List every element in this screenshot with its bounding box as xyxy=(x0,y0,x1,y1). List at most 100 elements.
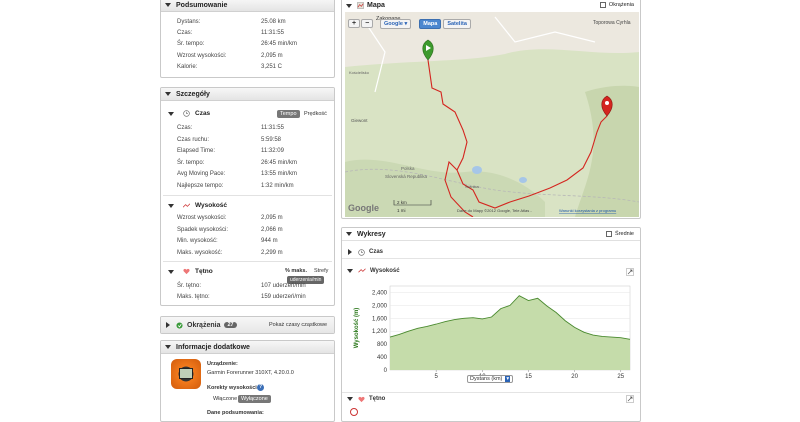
collapse-triangle-icon[interactable] xyxy=(168,204,174,208)
speed-toggle[interactable]: Prędkość xyxy=(301,110,330,118)
stat-value: 11:32:09 xyxy=(261,148,284,154)
map-label-polska: Polska xyxy=(401,166,415,171)
stat-label: Maks. tętno: xyxy=(177,294,210,300)
laps-header[interactable]: Okrążenia 27 Pokaż czasy cząstkowe xyxy=(161,317,334,333)
map-type-satellite-button[interactable]: Satelita xyxy=(443,19,471,29)
svg-text:2 km: 2 km xyxy=(397,200,407,205)
collapse-triangle-icon[interactable] xyxy=(346,232,352,236)
zoom-in-button[interactable]: + xyxy=(348,19,360,28)
map-icon xyxy=(357,2,364,9)
map-canvas[interactable]: Zakopane Toporowa Cyrhla Giewont Polska … xyxy=(345,12,639,217)
stat-value: 2,095 m xyxy=(261,215,283,221)
time-chart-row[interactable]: Czas xyxy=(342,246,640,259)
details-header[interactable]: Szczegóły xyxy=(161,88,334,101)
y-tick-label: 2,000 xyxy=(372,303,388,309)
map-terms-link[interactable]: Warunki korzystania z programu xyxy=(559,208,616,213)
collapse-triangle-icon[interactable] xyxy=(165,92,171,96)
stat-value: 2,066 m xyxy=(261,227,283,233)
summary-header[interactable]: Podsumowanie xyxy=(161,0,334,12)
elevation-chart: 2,4002,0001,6001,2008004000510152025Wyso… xyxy=(346,280,638,388)
heart-rate-subheader[interactable]: Tętno xyxy=(168,268,213,275)
map-provider-select[interactable]: Google ▾ xyxy=(380,19,411,29)
charts-panel: Wykresy Średnie Czas Wysokość 2,4002,000… xyxy=(341,227,641,422)
tempo-toggle[interactable]: Tempo xyxy=(277,110,300,118)
device-value: Garmin Forerunner 310XT, 4.20.0.0 xyxy=(207,370,294,376)
map-type-map-button[interactable]: Mapa xyxy=(419,19,441,29)
max-percent-tab[interactable]: % maks. xyxy=(285,268,307,274)
stat-value: 2,095 m xyxy=(261,53,283,59)
expand-triangle-icon[interactable] xyxy=(166,322,170,328)
google-logo: Google xyxy=(348,203,379,213)
expand-triangle-icon[interactable] xyxy=(348,249,352,255)
stat-label: Wzrost wysokości: xyxy=(177,215,226,221)
stat-label: Śr. tempo: xyxy=(177,160,204,166)
stat-label: Elapsed Time: xyxy=(177,148,215,154)
heart-icon xyxy=(183,268,190,275)
device-watch-image xyxy=(171,359,201,389)
collapse-triangle-icon[interactable] xyxy=(168,112,174,116)
y-tick-label: 400 xyxy=(377,355,388,361)
stat-label: Dystans: xyxy=(177,19,200,25)
clock-icon xyxy=(358,249,365,256)
laps-count-badge: 27 xyxy=(224,322,236,328)
x-axis-select[interactable]: Dystans (km) ▾ xyxy=(467,375,513,383)
expand-chart-icon[interactable] xyxy=(626,268,634,276)
checkbox-box[interactable] xyxy=(600,2,606,8)
x-tick-label: 15 xyxy=(525,374,532,380)
stat-label: Śr. tempo: xyxy=(177,41,204,47)
y-tick-label: 0 xyxy=(384,368,388,374)
divider xyxy=(163,261,332,262)
y-tick-label: 1,200 xyxy=(372,329,388,335)
details-panel: Szczegóły Czas Tempo Prędkość Czas: 11:31… xyxy=(160,87,335,306)
checkbox-box[interactable] xyxy=(606,231,612,237)
chart-hint-icon xyxy=(350,408,358,416)
stat-value: 159 uderzeń/min xyxy=(261,294,306,300)
zoom-out-button[interactable]: − xyxy=(361,19,373,28)
help-icon[interactable]: ? xyxy=(257,384,264,391)
stat-label: Maks. wysokość: xyxy=(177,250,222,256)
stat-value: 13:55 min/km xyxy=(261,171,297,177)
elev-corr-on-option[interactable]: Włączone xyxy=(213,396,237,402)
map-header[interactable]: Mapa Okrążenia xyxy=(342,0,640,12)
summary-panel: Podsumowanie Dystans:25.08 kmCzas:11:31:… xyxy=(160,0,335,78)
elev-corr-off-option[interactable]: Wyłączone xyxy=(238,395,271,403)
stat-label: Wzrost wysokości: xyxy=(177,53,226,59)
stat-label: Najlepsze tempo: xyxy=(177,183,223,189)
collapse-triangle-icon[interactable] xyxy=(165,345,171,349)
laps-checkbox[interactable]: Okrążenia xyxy=(600,2,634,8)
elevation-subheader[interactable]: Wysokość xyxy=(168,202,227,209)
stat-label: Śr. tętno: xyxy=(177,283,201,289)
collapse-triangle-icon[interactable] xyxy=(165,3,171,7)
map-attribution: Dane do Mapy ©2012 Google, Tele Atlas - xyxy=(457,208,532,213)
map-panel: Mapa Okrążenia Zakopane Toporowa Cyrhla … xyxy=(341,0,641,219)
additional-info-panel: Informacje dodatkowe Urządzenie: Garmin … xyxy=(160,340,335,422)
stat-value: 11:31:55 xyxy=(261,30,284,36)
laps-panel: Okrążenia 27 Pokaż czasy cząstkowe xyxy=(160,316,335,334)
collapse-triangle-icon[interactable] xyxy=(347,269,353,273)
collapse-triangle-icon[interactable] xyxy=(168,270,174,274)
y-tick-label: 1,600 xyxy=(372,316,388,322)
stat-label: Czas: xyxy=(177,125,192,131)
stat-label: Min. wysokość: xyxy=(177,238,218,244)
collapse-triangle-icon[interactable] xyxy=(347,397,353,401)
map-label-giewont: Giewont xyxy=(351,118,368,123)
divider xyxy=(163,195,332,196)
time-subheader[interactable]: Czas xyxy=(168,110,210,117)
zones-tab[interactable]: Strefy xyxy=(314,268,328,274)
averages-checkbox[interactable]: Średnie xyxy=(606,231,634,237)
stat-value: 26:45 min/km xyxy=(261,41,297,47)
stat-value: 2,299 m xyxy=(261,250,283,256)
laps-icon xyxy=(176,322,183,329)
stat-value: 1:32 min/km xyxy=(261,183,294,189)
heart-rate-chart-row[interactable]: Tętno xyxy=(342,392,640,405)
y-tick-label: 800 xyxy=(377,342,388,348)
x-tick-label: 20 xyxy=(571,374,578,380)
elevation-chart-row[interactable]: Wysokość xyxy=(342,264,640,277)
charts-header[interactable]: Wykresy Średnie xyxy=(342,228,640,241)
stat-value: 3,251 C xyxy=(261,64,282,70)
collapse-triangle-icon[interactable] xyxy=(346,4,352,8)
expand-chart-icon[interactable] xyxy=(626,395,634,403)
stat-value: 11:31:55 xyxy=(261,125,284,131)
show-splits-link[interactable]: Pokaż czasy cząstkowe xyxy=(269,322,327,328)
additional-info-header[interactable]: Informacje dodatkowe xyxy=(161,341,334,354)
